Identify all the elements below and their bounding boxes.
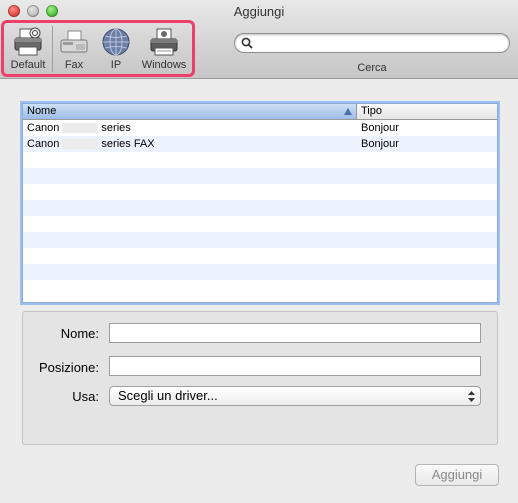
list-header: Nome Tipo [23, 104, 497, 120]
column-header-tipo-label: Tipo [361, 105, 382, 117]
list-rows: Canon series Bonjour Canon series FAX Bonj… [23, 120, 497, 296]
printer-name-prefix: Canon [27, 138, 60, 150]
search-icon [241, 37, 253, 49]
empty-row [23, 264, 497, 280]
search-caption: Cerca [357, 62, 387, 74]
printer-type-cell: Bonjour [361, 122, 399, 134]
title-toolbar: Aggiungi Default Fax IP Windows Cerca [0, 0, 518, 79]
name-label: Nome: [60, 326, 99, 341]
name-field[interactable] [109, 323, 481, 343]
search-field[interactable] [234, 33, 510, 53]
empty-row [23, 152, 497, 168]
redacted-block [62, 139, 99, 150]
empty-row [23, 200, 497, 216]
column-header-nome[interactable]: Nome [23, 104, 357, 119]
empty-row [23, 184, 497, 200]
printer-name-cell: Canon series FAX [23, 136, 357, 152]
location-field[interactable] [109, 356, 481, 376]
empty-row [23, 216, 497, 232]
column-header-nome-label: Nome [27, 105, 57, 117]
table-row[interactable]: Canon series FAX Bonjour [23, 136, 497, 152]
printer-name-cell: Canon series [23, 120, 357, 136]
add-printer-window: Aggiungi Default Fax IP Windows Cerca No… [0, 0, 518, 503]
printer-type-cell: Bonjour [361, 138, 399, 150]
updown-arrows-icon [468, 391, 475, 402]
toolbar-highlight [1, 20, 195, 77]
table-row[interactable]: Canon series Bonjour [23, 120, 497, 136]
empty-row [23, 232, 497, 248]
window-title: Aggiungi [233, 4, 285, 19]
add-button[interactable]: Aggiungi [415, 464, 499, 486]
empty-row [23, 168, 497, 184]
empty-row [23, 248, 497, 264]
driver-select[interactable]: Scegli un driver... [109, 386, 481, 406]
redacted-block [62, 123, 99, 134]
location-label: Posizione: [39, 360, 99, 375]
use-label: Usa: [72, 389, 99, 404]
printer-details-group: Nome: Posizione: Usa: Scegli un driver..… [22, 311, 498, 445]
column-header-tipo[interactable]: Tipo [357, 104, 497, 119]
printer-name-suffix: series [101, 122, 131, 134]
empty-row [23, 280, 497, 296]
printer-list[interactable]: Nome Tipo Canon series Bonjour Canon serie… [20, 101, 500, 305]
printer-name-prefix: Canon [27, 122, 60, 134]
printer-name-suffix: series FAX [101, 138, 155, 150]
search-input[interactable] [257, 35, 501, 53]
driver-select-value: Scegli un driver... [118, 388, 218, 403]
sort-ascending-icon [344, 108, 352, 115]
